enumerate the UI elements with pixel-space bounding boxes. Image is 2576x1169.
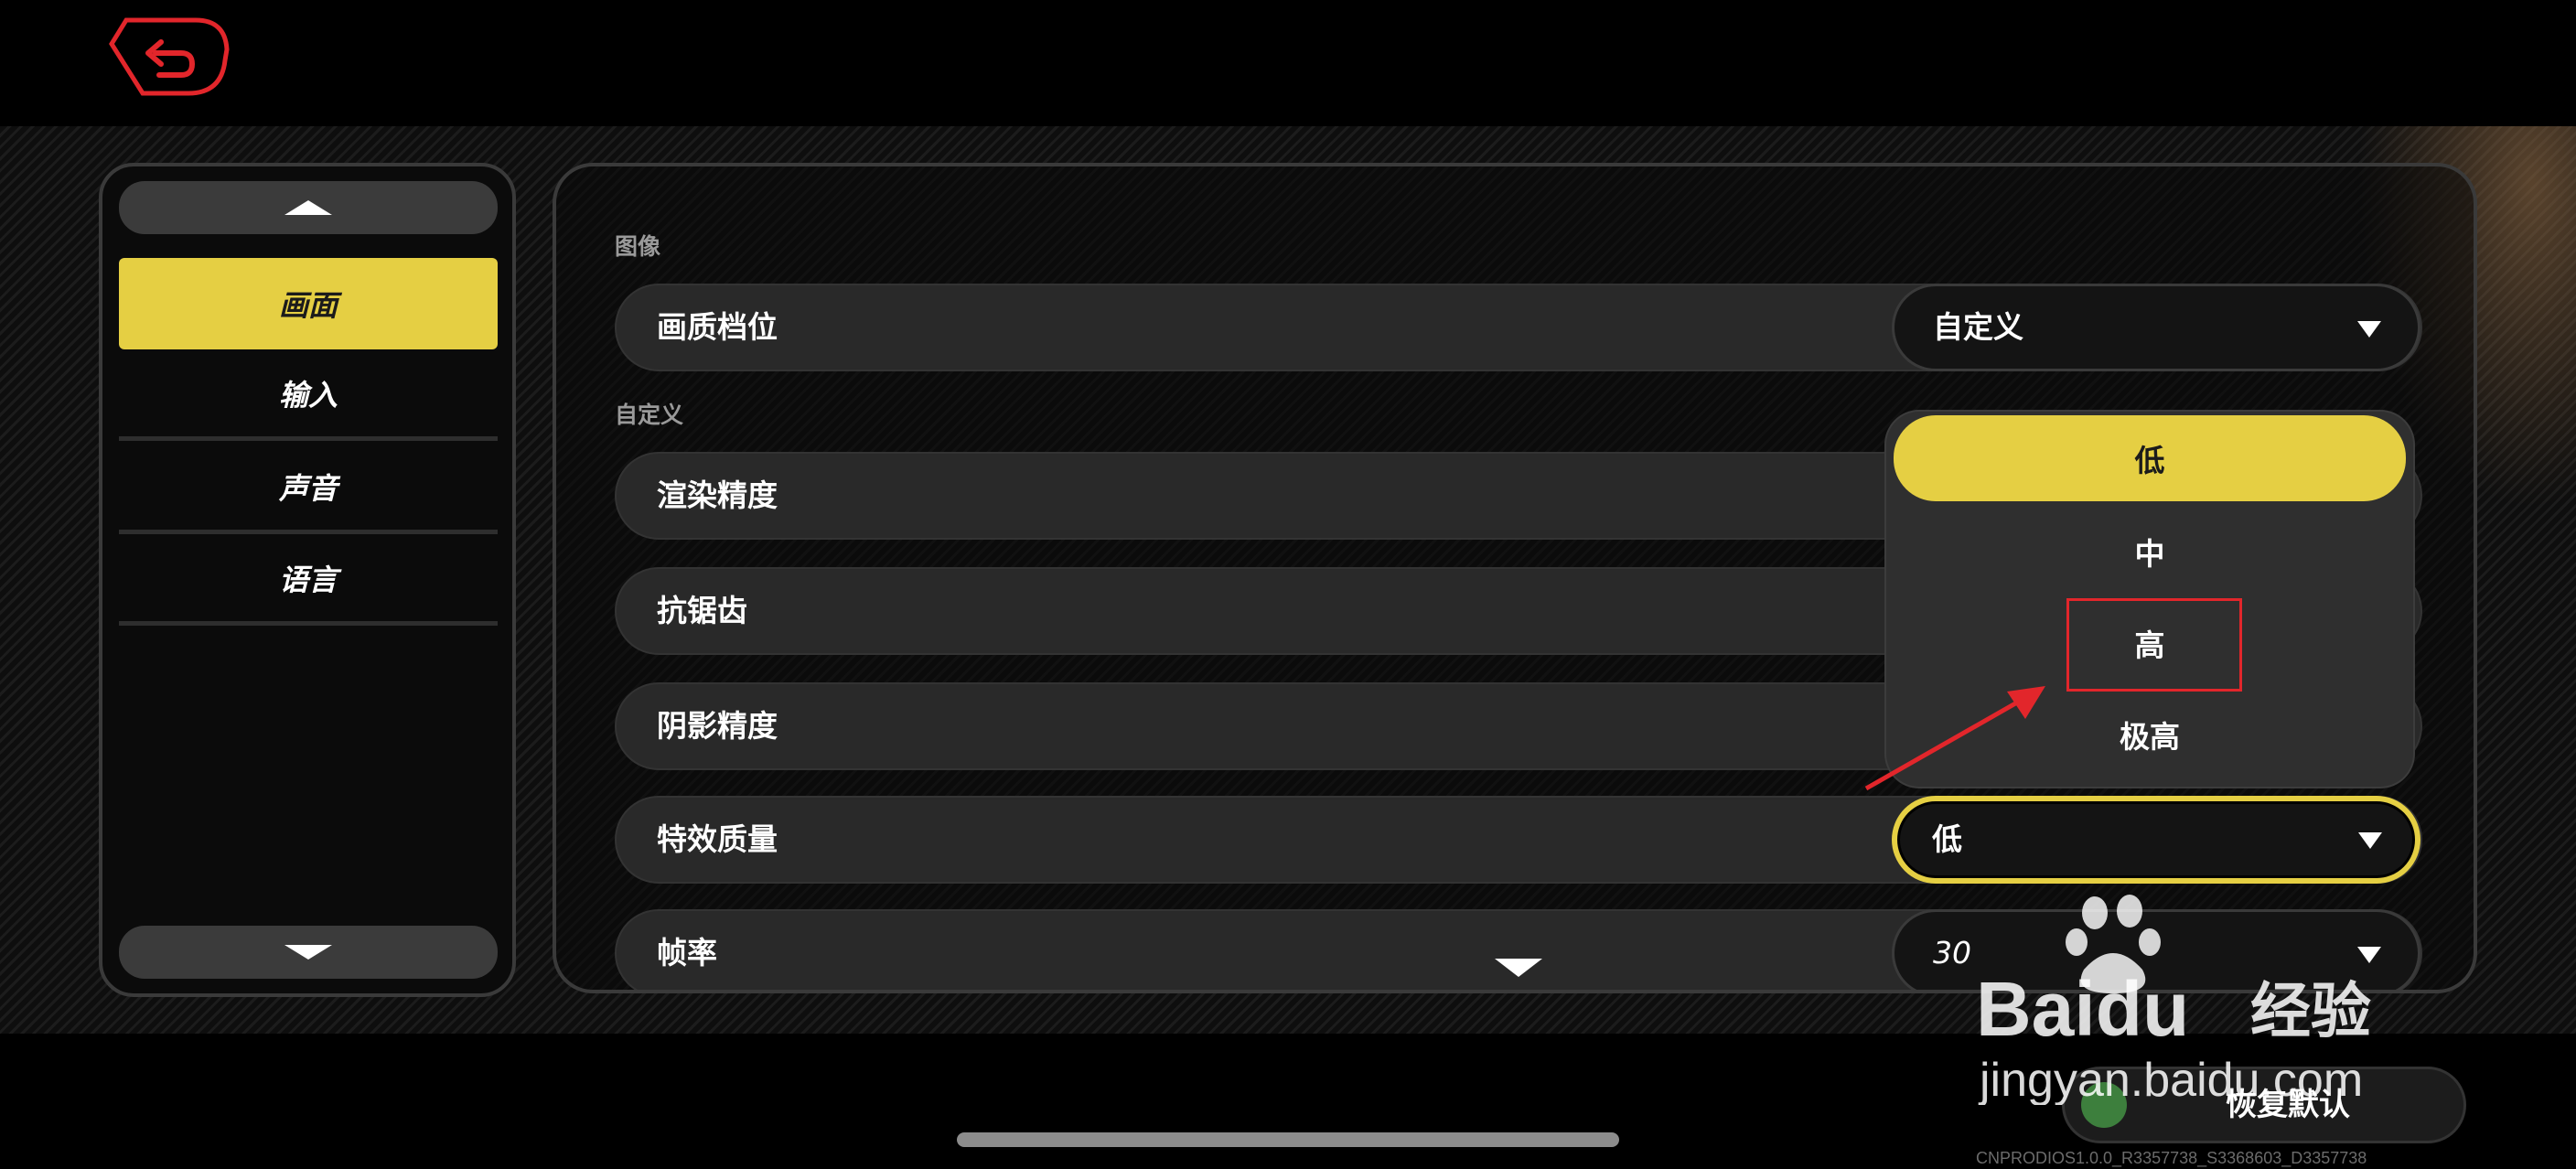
setting-label: 帧率: [657, 935, 717, 971]
restore-defaults-label: 恢复默认: [2226, 1087, 2350, 1123]
home-indicator[interactable]: [957, 1132, 1619, 1147]
annotation-highlight-box: [2066, 598, 2242, 692]
annotation-arrow-icon: [1864, 686, 2045, 791]
select-value: 30: [1933, 935, 1971, 971]
arrow-down-icon: [284, 945, 332, 960]
setting-row-effect-quality: 特效质量 低: [615, 796, 2422, 884]
setting-row-frame-rate: 帧率 30: [615, 909, 2422, 990]
setting-row-quality-preset: 画质档位 自定义: [615, 284, 2422, 371]
sidebar-item-language[interactable]: 语言: [119, 534, 498, 626]
setting-label: 画质档位: [657, 309, 778, 345]
section-label-image: 图像: [615, 233, 661, 260]
setting-label: 渲染精度: [657, 477, 778, 513]
sidebar-item-input[interactable]: 输入: [119, 349, 498, 441]
sidebar-item-sound[interactable]: 声音: [119, 443, 498, 534]
settings-sidebar: 画面 输入 声音 语言: [99, 163, 516, 997]
effect-quality-select[interactable]: 低: [1892, 796, 2420, 884]
sidebar-scroll-up-button[interactable]: [119, 181, 498, 234]
dropdown-option-medium[interactable]: 中: [1894, 509, 2406, 595]
sidebar-item-display[interactable]: 画面: [119, 258, 498, 349]
setting-label: 阴影精度: [657, 708, 778, 744]
caret-down-icon: [2358, 832, 2382, 849]
sidebar-scroll-down-button[interactable]: [119, 926, 498, 979]
caret-down-icon: [2357, 321, 2381, 338]
quality-preset-select[interactable]: 自定义: [1892, 284, 2420, 371]
select-value: 低: [1932, 821, 1962, 857]
scroll-more-icon[interactable]: [1495, 959, 1542, 977]
back-icon[interactable]: [106, 16, 231, 97]
setting-label: 特效质量: [657, 821, 778, 857]
restore-defaults-button[interactable]: 恢复默认: [2062, 1067, 2466, 1143]
arrow-up-icon: [284, 200, 332, 215]
frame-rate-select[interactable]: 30: [1892, 909, 2420, 990]
dropdown-option-low[interactable]: 低: [1894, 415, 2406, 501]
restore-icon: [2081, 1082, 2127, 1128]
top-bar: [0, 0, 2576, 126]
setting-label: 抗锯齿: [657, 593, 747, 628]
section-label-custom: 自定义: [615, 402, 684, 428]
caret-down-icon: [2357, 947, 2381, 963]
select-value: 自定义: [1933, 309, 2023, 345]
build-version: CNPRODIOS1.0.0_R3357738_S3368603_D335773…: [1976, 1149, 2367, 1167]
